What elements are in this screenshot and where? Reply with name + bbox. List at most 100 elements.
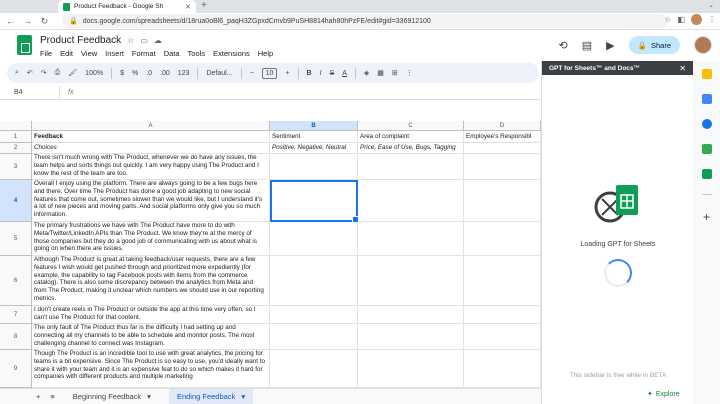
row-header[interactable]: 3: [0, 154, 32, 180]
table-cell[interactable]: [270, 222, 358, 256]
back-icon[interactable]: ←: [6, 16, 15, 26]
table-cell[interactable]: Sentiment: [270, 131, 358, 143]
close-icon[interactable]: ✕: [679, 64, 686, 73]
explore-button[interactable]: ✦ Explore: [647, 390, 680, 399]
table-cell[interactable]: Choices: [32, 143, 270, 154]
tab-search-icon[interactable]: ⌄: [708, 1, 714, 9]
table-cell[interactable]: Area of complaint: [358, 131, 464, 143]
redo-icon[interactable]: ↷: [41, 69, 47, 77]
table-cell[interactable]: [358, 154, 464, 180]
cloud-status-icon[interactable]: ☁: [154, 36, 162, 45]
font-size-input[interactable]: 10: [261, 67, 278, 79]
decrease-decimal-button[interactable]: .0: [146, 70, 152, 77]
table-cell[interactable]: [464, 154, 541, 180]
table-cell[interactable]: [358, 256, 464, 306]
more-formats-button[interactable]: 123: [178, 70, 190, 77]
table-cell[interactable]: The primary frustrations we have with Th…: [32, 222, 270, 256]
column-header-d[interactable]: D: [464, 121, 541, 131]
meet-icon[interactable]: ▶: [606, 39, 614, 52]
all-sheets-icon[interactable]: ≡: [50, 392, 54, 401]
profile-avatar[interactable]: [691, 14, 702, 25]
sheet-tab-beginning[interactable]: Beginning Feedback ▾: [65, 389, 159, 404]
comments-icon[interactable]: ▤: [582, 39, 592, 52]
row-header[interactable]: 2: [0, 143, 32, 154]
address-bar[interactable]: 🔒 docs.google.com/spreadsheets/d/18rua0o…: [62, 14, 668, 28]
doc-title[interactable]: Product Feedback: [40, 35, 121, 46]
move-folder-icon[interactable]: ▭: [140, 36, 148, 45]
add-sheet-icon[interactable]: +: [36, 392, 40, 401]
increase-decimal-button[interactable]: .00: [160, 70, 170, 77]
table-cell[interactable]: [464, 306, 541, 324]
table-cell[interactable]: [358, 324, 464, 350]
table-cell[interactable]: [270, 154, 358, 180]
font-select[interactable]: Defaul...: [206, 70, 232, 77]
table-cell[interactable]: Although The Product is great at taking …: [32, 256, 270, 306]
italic-icon[interactable]: I: [320, 70, 322, 77]
maps-icon[interactable]: [701, 144, 712, 154]
column-header-a[interactable]: A: [32, 121, 270, 131]
browser-menu-icon[interactable]: ⋮: [708, 15, 716, 24]
version-history-icon[interactable]: ⟲: [559, 39, 568, 52]
undo-icon[interactable]: ↶: [27, 69, 33, 77]
table-cell[interactable]: Price, Ease of Use, Bugs, Tagging: [358, 143, 464, 154]
close-tab-icon[interactable]: ✕: [185, 3, 191, 11]
zoom-select[interactable]: 100%: [85, 70, 103, 77]
sheets-logo-icon[interactable]: [17, 35, 32, 55]
menu-format[interactable]: Format: [132, 49, 156, 58]
percent-format-button[interactable]: %: [132, 70, 138, 77]
table-cell[interactable]: [464, 256, 541, 306]
contacts-icon[interactable]: [701, 119, 712, 129]
bookmark-star-icon[interactable]: ☆: [664, 15, 671, 24]
menu-extensions[interactable]: Extensions: [213, 49, 250, 58]
currency-format-button[interactable]: $: [120, 70, 124, 77]
table-cell[interactable]: [358, 222, 464, 256]
new-tab-icon[interactable]: +: [201, 0, 207, 12]
menu-insert[interactable]: Insert: [105, 49, 124, 58]
gpt-addon-icon[interactable]: [701, 169, 712, 179]
tasks-icon[interactable]: [701, 94, 712, 104]
table-cell[interactable]: [464, 324, 541, 350]
table-cell[interactable]: Though The Product is an incredible tool…: [32, 350, 270, 388]
table-cell[interactable]: Overall I enjoy using the platform. Ther…: [32, 180, 270, 222]
account-avatar[interactable]: [694, 36, 712, 54]
select-all-corner[interactable]: [0, 121, 32, 131]
table-cell[interactable]: [358, 350, 464, 388]
table-cell[interactable]: [270, 324, 358, 350]
row-header[interactable]: 9: [0, 350, 32, 388]
row-header[interactable]: 8: [0, 324, 32, 350]
table-cell[interactable]: [270, 306, 358, 324]
active-cell-selection[interactable]: [270, 180, 359, 223]
more-toolbar-icon[interactable]: ⋮: [406, 69, 413, 77]
table-cell[interactable]: Feedback: [32, 131, 270, 143]
table-cell[interactable]: There isn't much wrong with The Product,…: [32, 154, 270, 180]
menu-file[interactable]: File: [40, 49, 52, 58]
table-cell[interactable]: [358, 180, 464, 222]
font-size-decrease-button[interactable]: −: [250, 70, 254, 77]
menu-tools[interactable]: Tools: [188, 49, 206, 58]
text-color-icon[interactable]: A: [342, 70, 347, 77]
fill-color-icon[interactable]: ◈: [364, 69, 369, 77]
share-button[interactable]: 🔒 Share: [628, 36, 680, 54]
row-header[interactable]: 5: [0, 222, 32, 256]
table-cell[interactable]: [464, 222, 541, 256]
get-addons-icon[interactable]: +: [703, 210, 710, 224]
menu-help[interactable]: Help: [258, 49, 273, 58]
menu-view[interactable]: View: [81, 49, 97, 58]
table-cell[interactable]: [358, 306, 464, 324]
column-header-c[interactable]: C: [358, 121, 464, 131]
reload-icon[interactable]: ↻: [40, 16, 49, 27]
table-cell[interactable]: [464, 350, 541, 388]
row-header[interactable]: 7: [0, 306, 32, 324]
column-header-b[interactable]: B: [270, 121, 358, 131]
row-header[interactable]: 1: [0, 131, 32, 143]
paint-format-icon[interactable]: 🖌: [68, 69, 77, 77]
star-icon[interactable]: ☆: [127, 36, 134, 45]
search-menus-icon[interactable]: ⌕: [15, 69, 19, 77]
print-icon[interactable]: ⎙: [55, 69, 61, 77]
table-cell[interactable]: [464, 143, 541, 154]
forward-icon[interactable]: →: [23, 16, 32, 26]
table-cell[interactable]: I don't create reels in The Product or o…: [32, 306, 270, 324]
row-header[interactable]: 6: [0, 256, 32, 306]
bold-icon[interactable]: B: [307, 70, 312, 77]
table-cell[interactable]: Positive, Negative, Neutral: [270, 143, 358, 154]
